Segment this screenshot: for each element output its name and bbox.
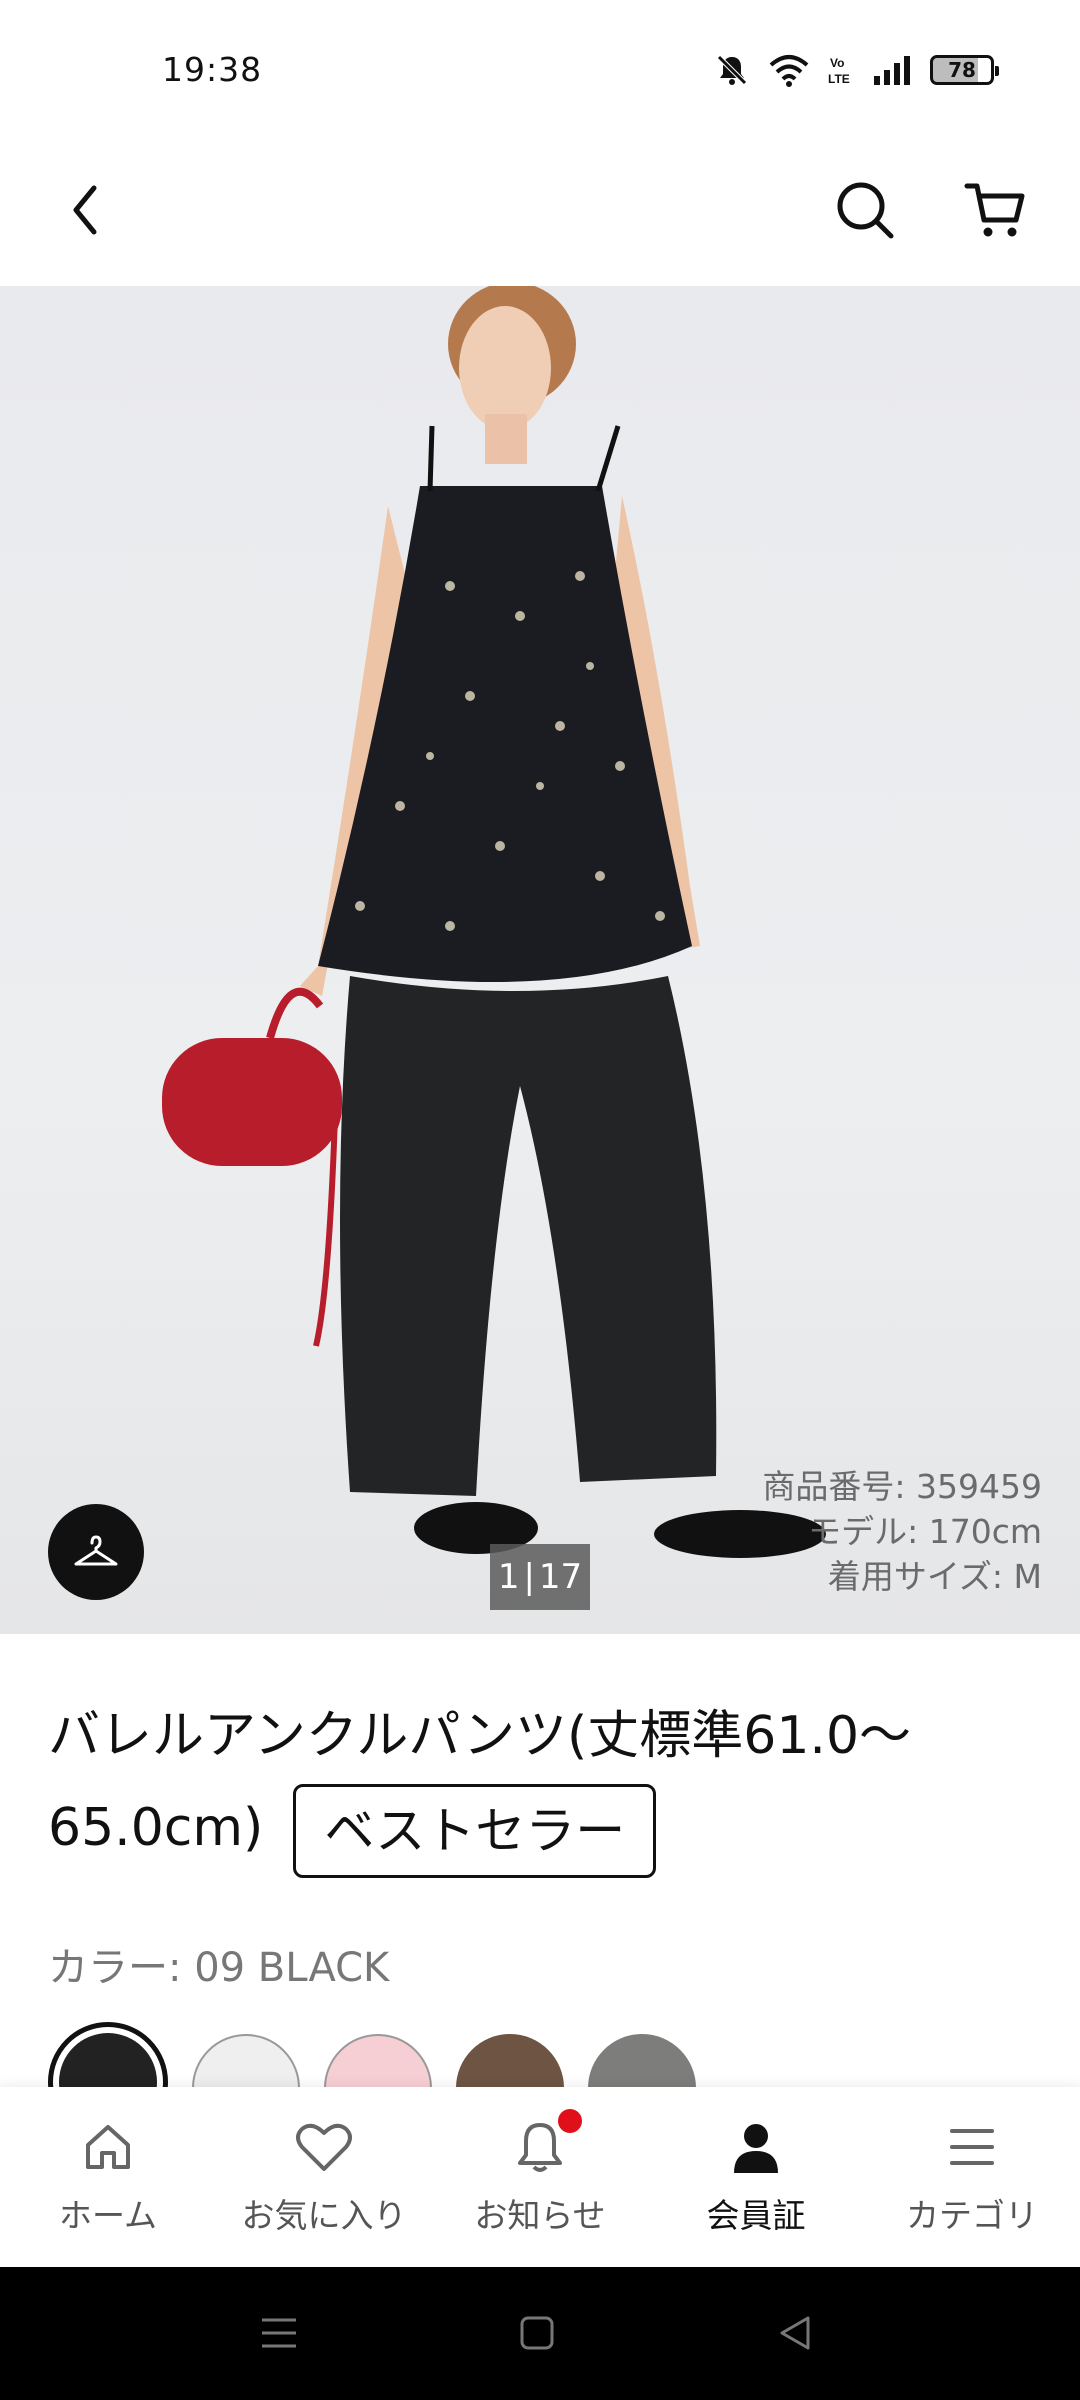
hanger-icon xyxy=(74,1535,118,1566)
product-photo xyxy=(162,286,826,1558)
status-time: 19:38 xyxy=(162,50,263,89)
heart-icon xyxy=(296,2123,352,2171)
nav-category[interactable]: カテゴリ xyxy=(864,2087,1080,2267)
status-icons: Vo LTE 78 xyxy=(714,50,999,90)
swatch-gray[interactable] xyxy=(588,2034,696,2087)
person-icon xyxy=(734,2124,778,2173)
nav-home[interactable]: ホーム xyxy=(0,2087,216,2267)
chevron-left-icon xyxy=(73,185,97,235)
back-button[interactable] xyxy=(60,170,110,250)
svg-text:Vo: Vo xyxy=(830,56,844,70)
home-system-icon[interactable] xyxy=(516,2312,558,2354)
notification-dot xyxy=(558,2109,582,2133)
nav-category-label: カテゴリ xyxy=(906,2196,1038,2235)
cart-icon xyxy=(964,183,1025,237)
cart-button[interactable] xyxy=(955,170,1035,250)
product-title-line: バレルアンクルパンツ(丈標準61.0〜65.0cm) ベストセラー xyxy=(48,1690,1048,1878)
try-on-button[interactable] xyxy=(48,1504,144,1600)
search-button[interactable] xyxy=(830,170,900,250)
swatch-black[interactable] xyxy=(48,2022,168,2087)
worn-size: 着用サイズ: M xyxy=(827,1557,1042,1596)
nav-notifications-label: お知らせ xyxy=(474,2196,606,2235)
status-bar: 19:38 Vo LTE 78 xyxy=(0,0,1080,140)
bottom-navigation: ホーム お気に入り お知らせ 会員証 カテゴリ xyxy=(0,2087,1080,2267)
pager-total: 17 xyxy=(538,1557,583,1597)
product-number: 商品番号: 359459 xyxy=(762,1467,1042,1506)
battery-level: 78 xyxy=(948,58,976,82)
search-icon xyxy=(837,182,894,239)
nav-member-card-label: 会員証 xyxy=(706,2196,806,2235)
color-label: カラー: 09 BLACK xyxy=(48,1945,390,1991)
recents-icon[interactable] xyxy=(258,2312,300,2354)
back-system-icon[interactable] xyxy=(774,2312,816,2354)
signal-icon xyxy=(874,56,910,85)
nav-favorites-label: お気に入り xyxy=(241,2196,407,2235)
product-meta: 商品番号: 359459 モデル: 170cm 着用サイズ: M xyxy=(762,1464,1042,1599)
nav-notifications[interactable]: お知らせ xyxy=(432,2087,648,2267)
wifi-icon xyxy=(769,55,809,87)
menu-icon xyxy=(950,2129,994,2165)
bestseller-badge: ベストセラー xyxy=(293,1784,657,1878)
model-height: モデル: 170cm xyxy=(808,1512,1042,1551)
nav-home-label: ホーム xyxy=(58,2196,157,2235)
product-title-block: バレルアンクルパンツ(丈標準61.0〜65.0cm) ベストセラー xyxy=(48,1690,1048,1878)
app-header xyxy=(0,140,1080,286)
battery-icon: 78 xyxy=(930,55,999,85)
volte-icon: Vo LTE xyxy=(828,56,850,86)
pager-separator: | xyxy=(523,1557,535,1597)
product-image-carousel[interactable]: 1 | 17 商品番号: 359459 モデル: 170cm 着用サイズ: M xyxy=(0,286,1080,1634)
nav-member-card[interactable]: 会員証 xyxy=(648,2087,864,2267)
bell-muted-icon xyxy=(717,55,747,85)
color-swatches xyxy=(48,2022,1080,2087)
system-navigation-bar xyxy=(0,2267,1080,2400)
pager-current: 1 xyxy=(497,1557,520,1597)
home-icon xyxy=(86,2125,130,2169)
swatch-pink[interactable] xyxy=(324,2034,432,2087)
image-pager: 1 | 17 xyxy=(490,1544,590,1610)
swatch-brown[interactable] xyxy=(456,2034,564,2087)
nav-favorites[interactable]: お気に入り xyxy=(216,2087,432,2267)
svg-text:LTE: LTE xyxy=(828,72,850,86)
swatch-white[interactable] xyxy=(192,2034,300,2087)
